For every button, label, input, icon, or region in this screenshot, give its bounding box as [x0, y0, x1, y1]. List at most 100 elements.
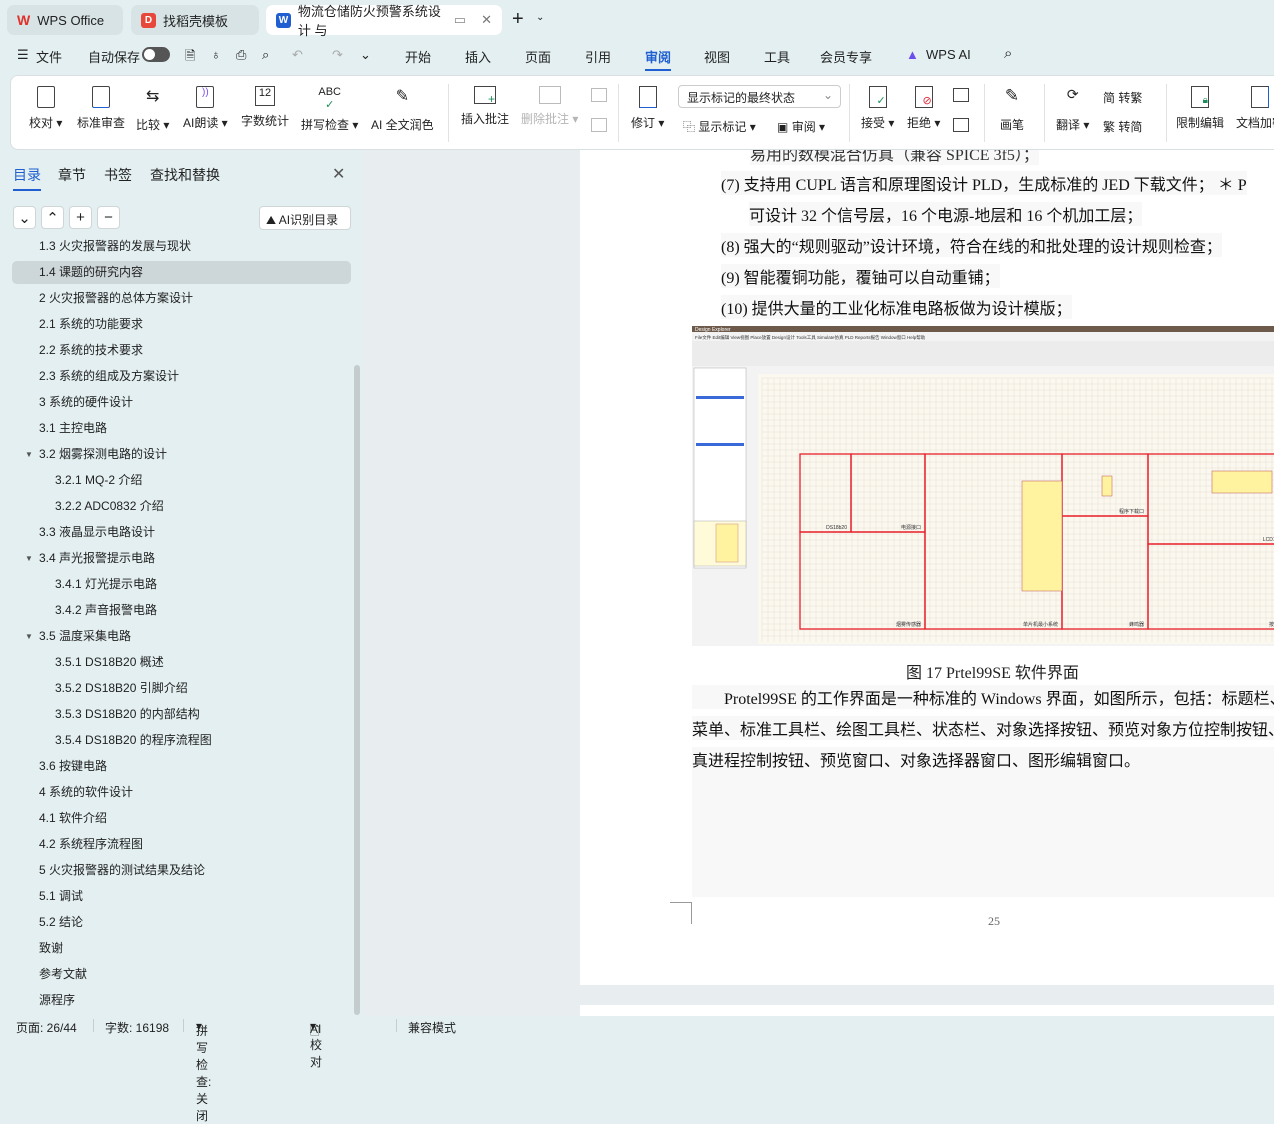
toc-item[interactable]: 3.2 烟雾探测电路的设计 — [39, 443, 167, 465]
previous-change-icon[interactable] — [953, 88, 969, 102]
tab-docer[interactable]: D 找稻壳模板 — [131, 5, 259, 35]
review-pane-button[interactable]: ▣ 审阅 ▾ — [777, 118, 825, 135]
toc-item[interactable]: 2.2 系统的技术要求 — [39, 339, 143, 361]
pen-button[interactable]: ✎ 画笔 — [1000, 86, 1024, 133]
toc-item[interactable]: 3.5 温度采集电路 — [39, 625, 131, 647]
prev-comment-icon[interactable] — [591, 88, 607, 102]
restrict-edit-button[interactable]: 🔒︎ 限制编辑 — [1176, 86, 1224, 131]
toc-item[interactable]: 5.2 结论 — [39, 911, 83, 933]
toc-item[interactable]: 2.1 系统的功能要求 — [39, 313, 143, 335]
compare-button[interactable]: ⇆ 比较 ▾ — [136, 86, 169, 133]
menu-view[interactable]: 视图 — [704, 47, 730, 66]
toc-item[interactable]: 3.3 液晶显示电路设计 — [39, 521, 155, 543]
ai-toc-button[interactable]: ⛰ AI识别目录 — [259, 206, 351, 230]
spell-check-status[interactable]: 拼写检查: 关闭 ▾ — [196, 1019, 211, 1123]
undo-icon[interactable]: ↶ — [292, 47, 303, 63]
ai-polish-button[interactable]: ✎ AI 全文润色 — [371, 86, 434, 133]
toc-item[interactable]: 3.4.2 声音报警电路 — [55, 599, 157, 621]
ai-read-button[interactable]: )) AI朗读 ▾ — [183, 86, 228, 131]
toc-item[interactable]: 4.1 软件介绍 — [39, 807, 107, 829]
toc-item[interactable]: 1.3 火灾报警器的发展与现状 — [39, 237, 191, 257]
expand-triangle-icon[interactable]: ▼ — [25, 554, 33, 563]
to-simplified-button[interactable]: 繁 转简 — [1103, 118, 1142, 135]
toc-item[interactable]: 2.3 系统的组成及方案设计 — [39, 365, 179, 387]
toc-item[interactable]: 2 火灾报警器的总体方案设计 — [39, 287, 193, 309]
nav-tab-toc[interactable]: 目录 — [13, 165, 41, 191]
toc-item[interactable]: 1.4 课题的研究内容 — [39, 261, 143, 283]
expand-triangle-icon[interactable]: ▼ — [25, 450, 33, 459]
toc-item[interactable]: 致谢 — [39, 937, 63, 959]
menu-page[interactable]: 页面 — [525, 47, 551, 66]
standard-review-button[interactable]: 标准审查 — [77, 86, 125, 131]
word-count-button[interactable]: 12 字数统计 — [241, 86, 289, 129]
menu-review[interactable]: 审阅 — [645, 47, 672, 71]
toc-item[interactable]: 3 系统的硬件设计 — [39, 391, 133, 413]
redo-icon[interactable]: ↷ — [332, 47, 343, 63]
ai-check-status[interactable]: 🗋 AI 校对 ▾ — [310, 1019, 322, 1069]
add-level-button[interactable]: + — [69, 206, 92, 229]
toc-item[interactable]: 3.5.2 DS18B20 引脚介绍 — [55, 677, 188, 699]
expand-up-button[interactable]: ⌃ — [41, 206, 64, 229]
proofread-button[interactable]: 校对 ▾ — [29, 86, 62, 131]
print-preview-icon[interactable]: ⌕ — [262, 47, 269, 63]
nav-tab-find-replace[interactable]: 查找和替换 — [150, 165, 220, 185]
accept-button[interactable]: ✓ 接受 ▾ — [861, 86, 894, 131]
next-change-icon[interactable] — [953, 118, 969, 132]
close-icon[interactable]: ✕ — [481, 12, 492, 28]
print-icon[interactable]: ⎙ — [236, 47, 246, 63]
toc-item[interactable]: 3.5.1 DS18B20 概述 — [55, 651, 164, 673]
toc-item[interactable]: 源程序 — [39, 989, 75, 1011]
toc-item[interactable]: 3.1 主控电路 — [39, 417, 107, 439]
share-icon[interactable]: ♁ — [211, 47, 221, 62]
toc-item[interactable]: 3.2.1 MQ-2 介绍 — [55, 469, 142, 491]
next-comment-icon[interactable] — [591, 118, 607, 132]
close-pane-icon[interactable]: ✕ — [332, 164, 345, 184]
chevron-down-icon[interactable]: ⌄ — [536, 12, 544, 23]
remove-level-button[interactable]: − — [97, 206, 120, 229]
tab-wps-office[interactable]: W WPS Office — [7, 5, 123, 35]
toc-scrollbar[interactable] — [354, 365, 360, 1015]
markup-state-select[interactable]: 显示标记的最终状态 ⌄ — [678, 85, 841, 108]
search-icon[interactable]: ⌕ — [1004, 45, 1012, 62]
toc-item[interactable]: 3.5.4 DS18B20 的程序流程图 — [55, 729, 212, 751]
menu-file[interactable]: 文件 — [36, 47, 62, 66]
menu-reference[interactable]: 引用 — [585, 47, 611, 66]
spell-check-button[interactable]: ABC ✓ 拼写检查 ▾ — [301, 86, 358, 133]
more-chevron-icon[interactable]: ⌄ — [360, 47, 371, 63]
collapse-button[interactable]: ⌄ — [13, 206, 36, 229]
tab-document[interactable]: W 物流仓储防火预警系统设计 与 ▭ ✕ — [266, 4, 502, 38]
toc-item[interactable]: 3.2.2 ADC0832 介绍 — [55, 495, 164, 517]
menu-member[interactable]: 会员专享 — [820, 47, 872, 66]
new-tab-button[interactable]: + — [512, 8, 524, 31]
encrypt-button[interactable]: 文档加密 — [1236, 86, 1274, 131]
nav-tab-bookmarks[interactable]: 书签 — [104, 165, 132, 185]
toc-item[interactable]: 参考文献 — [39, 963, 87, 985]
toc-item[interactable]: 3.4 声光报警提示电路 — [39, 547, 155, 569]
delete-comment-button[interactable]: 删除批注 ▾ — [521, 86, 578, 127]
screen-icon[interactable]: ▭ — [454, 12, 466, 28]
toc-item[interactable]: 5.1 调试 — [39, 885, 83, 907]
page-indicator[interactable]: 页面: 26/44 — [16, 1019, 77, 1036]
insert-comment-button[interactable]: + 插入批注 — [461, 86, 509, 127]
toc-item[interactable]: 4 系统的软件设计 — [39, 781, 133, 803]
translate-button[interactable]: ⟳ 翻译 ▾ — [1056, 86, 1089, 133]
track-changes-button[interactable]: 修订 ▾ — [631, 86, 664, 131]
toc-item[interactable]: 4.2 系统程序流程图 — [39, 833, 143, 855]
reject-button[interactable]: ⊘ 拒绝 ▾ — [907, 86, 940, 131]
hamburger-icon[interactable]: ☰ — [17, 47, 29, 63]
toc-item[interactable]: 5 火灾报警器的测试结果及结论 — [39, 859, 205, 881]
menu-wps-ai[interactable]: WPS AI — [926, 47, 971, 62]
expand-triangle-icon[interactable]: ▼ — [25, 632, 33, 641]
autosave-toggle[interactable] — [142, 47, 170, 62]
toc-item[interactable]: 3.6 按键电路 — [39, 755, 107, 777]
menu-tools[interactable]: 工具 — [764, 47, 790, 66]
show-markup-button[interactable]: ⿻ 显示标记 ▾ — [683, 118, 756, 135]
menu-start[interactable]: 开始 — [405, 47, 431, 66]
word-count-indicator[interactable]: 字数: 16198 — [105, 1019, 169, 1036]
to-traditional-button[interactable]: 简 转繁 — [1103, 89, 1142, 106]
save-icon[interactable]: 🗎 — [185, 47, 195, 69]
menu-insert[interactable]: 插入 — [465, 47, 491, 66]
toc-item[interactable]: 3.5.3 DS18B20 的内部结构 — [55, 703, 200, 725]
toc-item[interactable]: 3.4.1 灯光提示电路 — [55, 573, 157, 595]
nav-tab-chapters[interactable]: 章节 — [58, 165, 86, 185]
